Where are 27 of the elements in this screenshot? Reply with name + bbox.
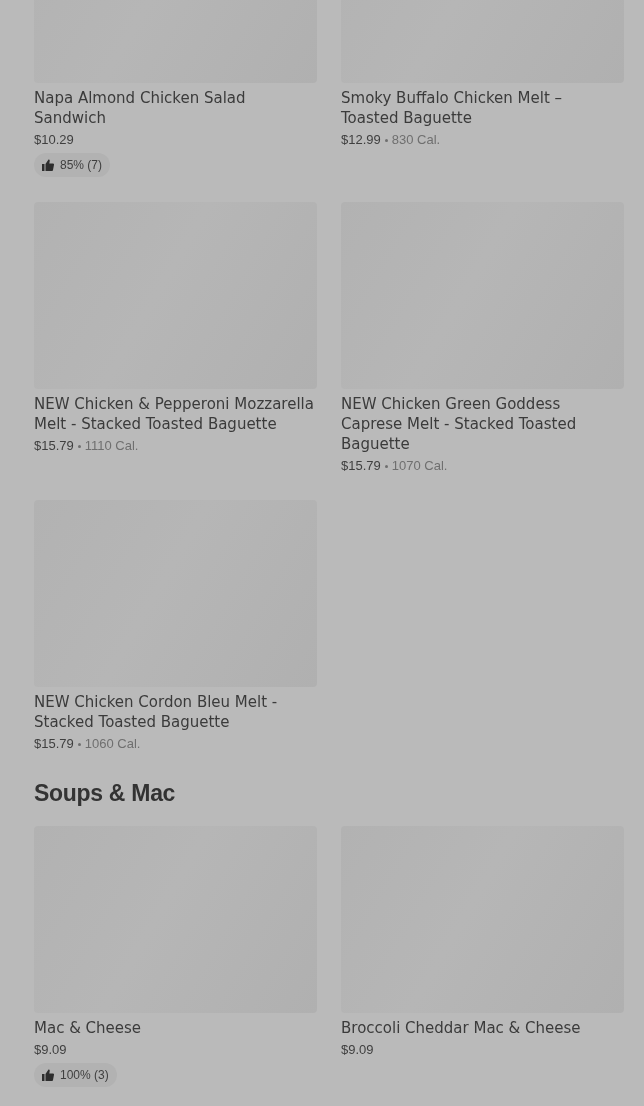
- item-calories: 1070 Cal.: [391, 457, 448, 475]
- item-name: Mac & Cheese: [34, 1018, 143, 1038]
- item-price: $9.09: [341, 1041, 374, 1059]
- section-heading: Soups & Mac: [34, 779, 177, 808]
- item-calories: 1110 Cal.: [84, 437, 139, 455]
- item-price: $12.99: [341, 131, 381, 149]
- thumbs-up-icon: [42, 1069, 54, 1081]
- item-name: Napa Almond Chicken Salad Sandwich: [34, 88, 247, 128]
- item-price: $15.79: [34, 735, 74, 753]
- item-name: NEW Chicken Green Goddess Caprese Melt - Stacked Toasted Baguette: [341, 394, 578, 454]
- item-name: NEW Chicken & Pepperoni Mozzarella Melt - Stacked Toasted Baguette: [34, 394, 315, 434]
- rating-badge: 100% (3): [34, 1063, 117, 1087]
- separator-dot: [77, 742, 81, 746]
- rating-badge: 85% (7): [34, 153, 111, 177]
- separator-dot: [384, 464, 388, 468]
- item-name: Smoky Buffalo Chicken Melt – Toasted Baguette: [341, 88, 564, 128]
- separator-dot: [77, 444, 81, 448]
- item-calories: 830 Cal.: [391, 131, 441, 149]
- item-price: $10.29: [34, 131, 74, 149]
- item-name: NEW Chicken Cordon Bleu Melt - Stacked Toasted Baguette: [34, 692, 279, 732]
- thumbs-up-icon: [42, 159, 54, 171]
- item-calories: 1060 Cal.: [84, 735, 141, 753]
- item-price: $15.79: [34, 437, 74, 455]
- separator-dot: [384, 138, 388, 142]
- item-price: $15.79: [341, 457, 381, 475]
- item-name: Broccoli Cheddar Mac & Cheese: [341, 1018, 582, 1038]
- item-price: $9.09: [34, 1041, 67, 1059]
